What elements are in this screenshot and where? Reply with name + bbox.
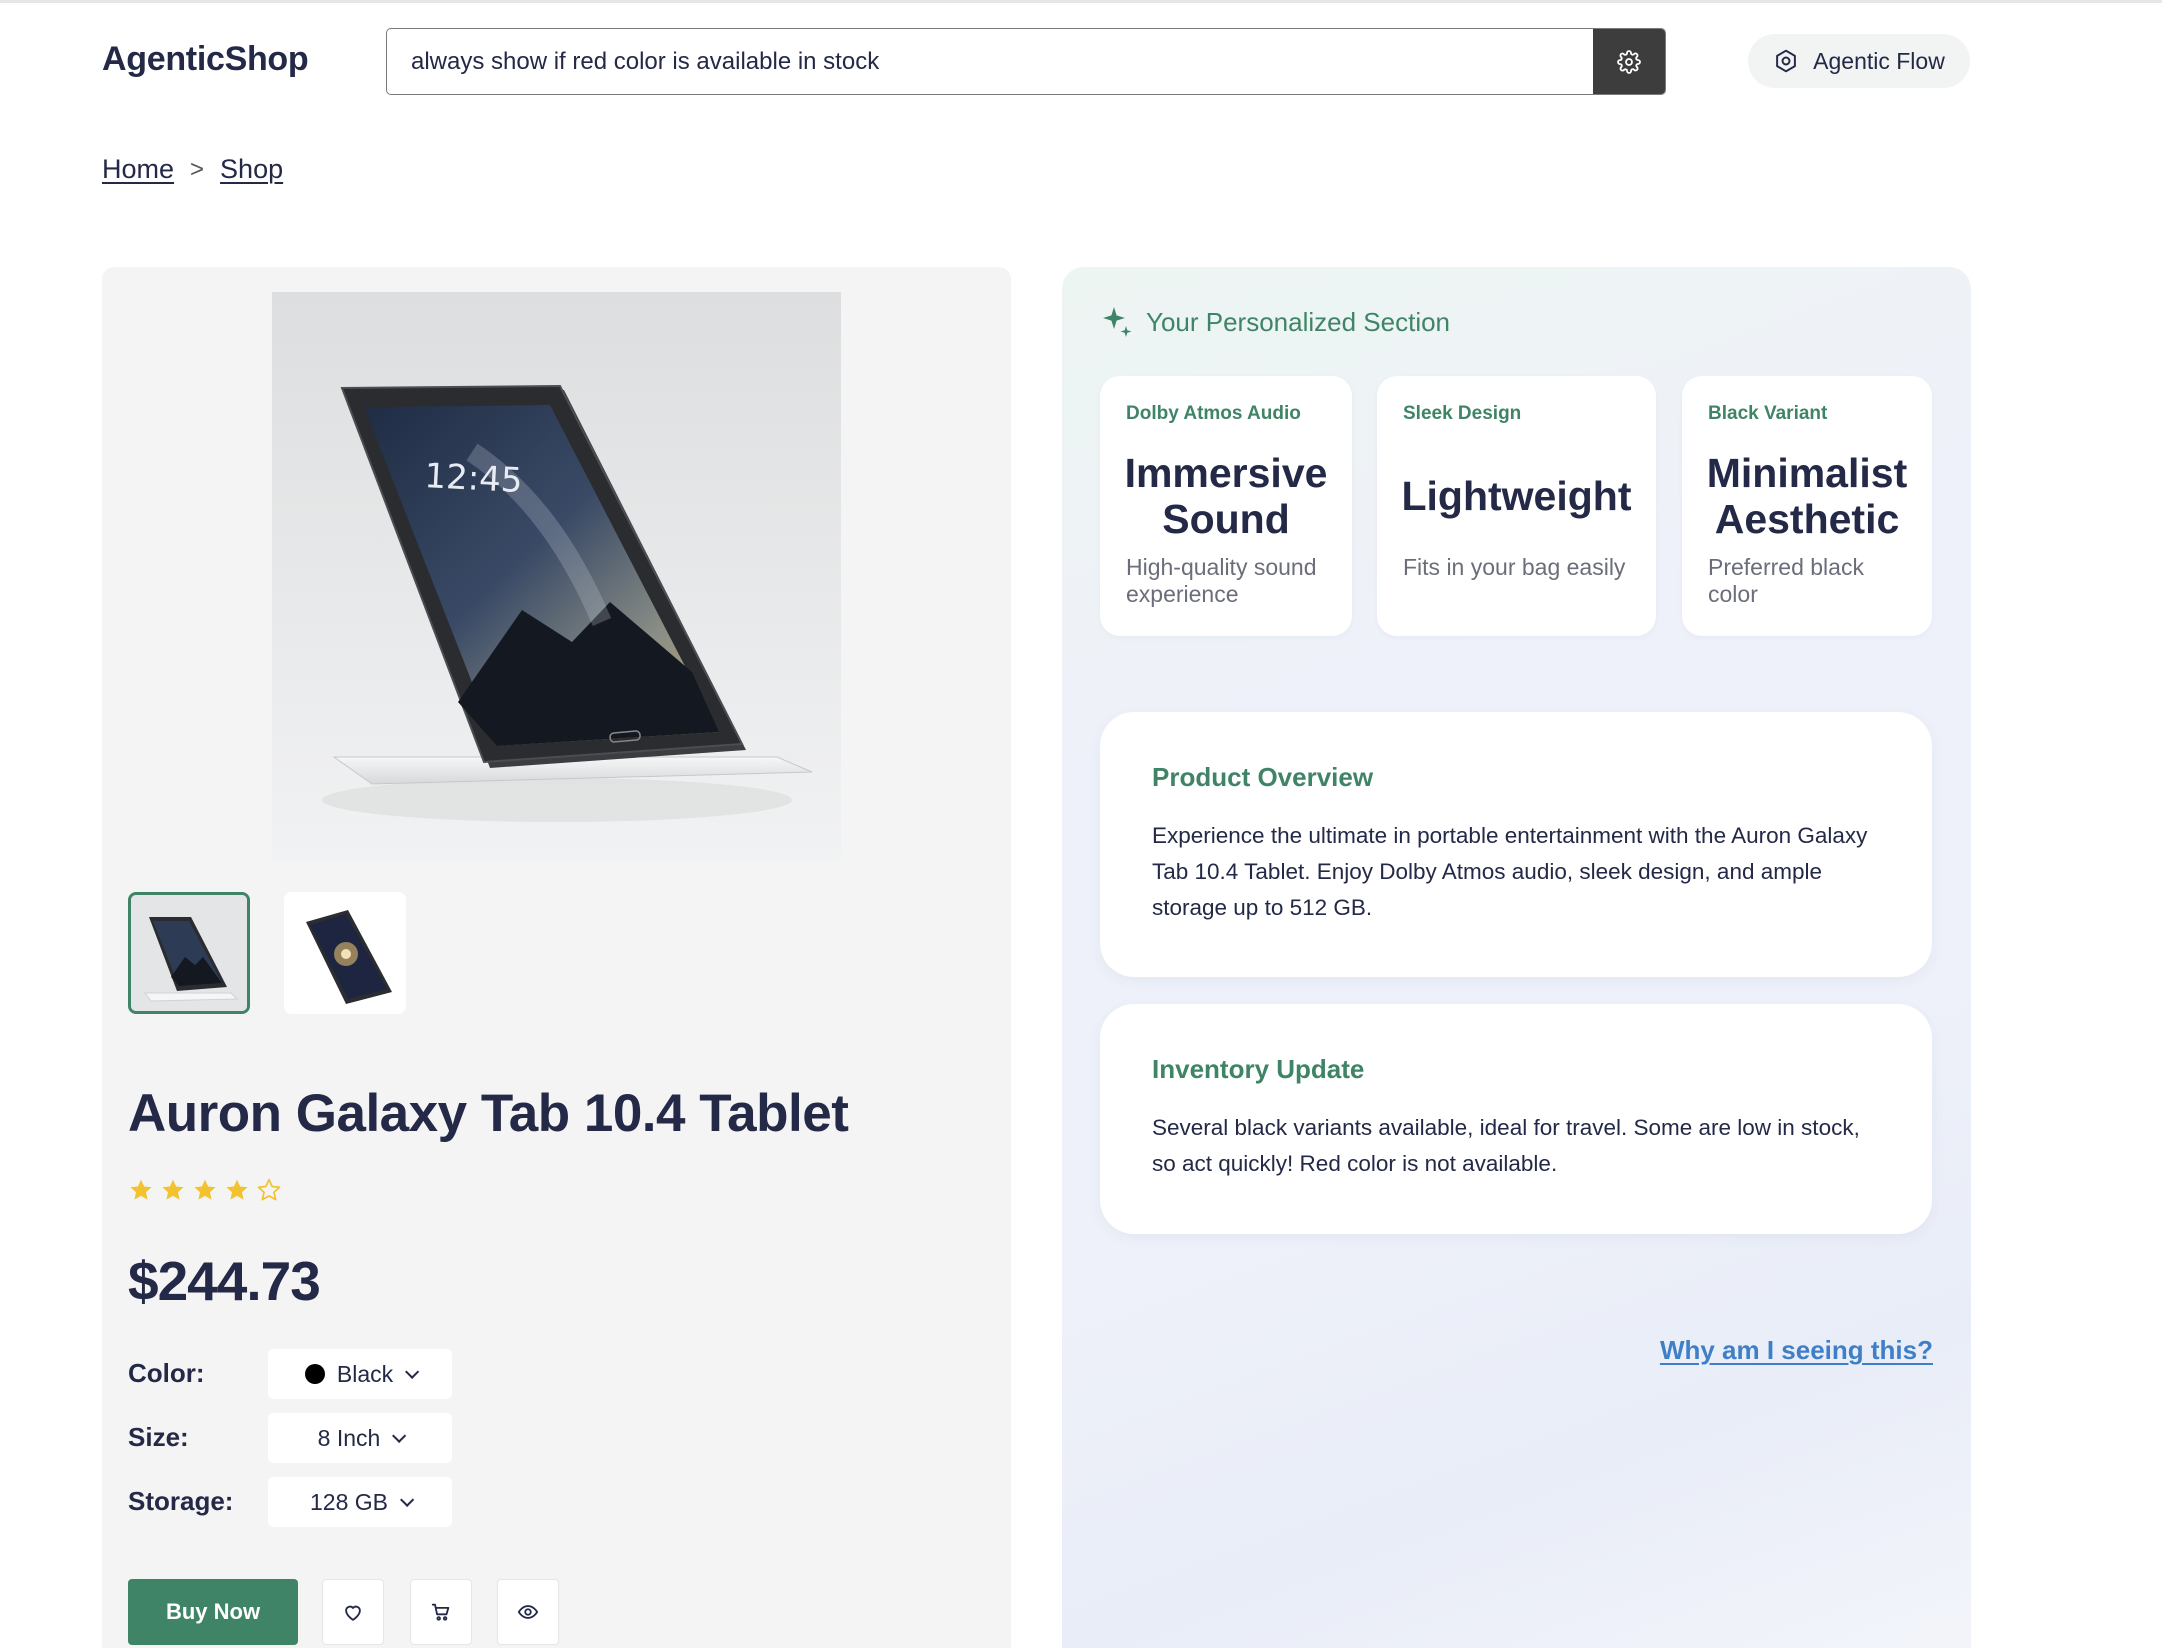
star-filled-icon [194, 1179, 216, 1200]
star-filled-icon [130, 1179, 152, 1200]
top-border [0, 0, 2162, 3]
thumbnail-1[interactable] [128, 892, 250, 1014]
chevron-down-icon [400, 1492, 415, 1507]
site-logo[interactable]: AgenticShop [102, 40, 309, 79]
product-overview-card: Product Overview Experience the ultimate… [1100, 712, 1932, 977]
feature-desc: High-quality sound experience [1126, 554, 1317, 607]
color-select[interactable]: Black [268, 1349, 452, 1399]
inventory-body: Several black variants available, ideal … [1152, 1115, 1860, 1176]
feature-card-variant: Black Variant Minimalist Aesthetic Prefe… [1682, 376, 1932, 636]
star-filled-icon [226, 1179, 248, 1200]
eye-icon [517, 1605, 539, 1619]
size-select-value: 8 Inch [317, 1424, 381, 1451]
breadcrumb-shop[interactable]: Shop [220, 154, 283, 185]
storage-label: Storage: [128, 1486, 234, 1516]
tablet-clock-text: 12:45 [424, 456, 524, 501]
personalized-heading: Your Personalized Section [1102, 305, 1450, 339]
breadcrumb-home[interactable]: Home [102, 154, 174, 185]
breadcrumb: Home > Shop [102, 154, 283, 185]
inventory-title: Inventory Update [1152, 1054, 1365, 1084]
overview-title: Product Overview [1152, 762, 1374, 792]
chevron-down-icon [405, 1364, 420, 1379]
feature-desc: Preferred black color [1708, 554, 1864, 607]
product-main-image[interactable]: 12:45 [272, 292, 841, 861]
breadcrumb-separator: > [190, 155, 205, 183]
feature-title: Minimalist Aesthetic [1706, 450, 1908, 542]
product-title: Auron Galaxy Tab 10.4 Tablet [128, 1084, 849, 1143]
feature-tag: Dolby Atmos Audio [1126, 403, 1301, 424]
chevron-down-icon [392, 1428, 407, 1443]
cart-icon [431, 1603, 450, 1621]
overview-body: Experience the ultimate in portable ente… [1152, 823, 1868, 920]
sparkle-icon [1103, 307, 1132, 337]
thumbnail-image-1 [131, 895, 247, 1011]
storage-select-value: 128 GB [310, 1488, 388, 1515]
color-select-value: Black [336, 1360, 394, 1387]
star-empty-icon [257, 1178, 281, 1201]
tablet-image: 12:45 [322, 384, 813, 822]
color-label: Color: [128, 1358, 205, 1388]
feature-title: Lightweight [1401, 473, 1632, 519]
search-bar [386, 28, 1666, 95]
color-swatch [304, 1364, 325, 1384]
hexagon-gear-icon [1776, 49, 1797, 73]
add-to-cart-button[interactable] [410, 1579, 472, 1645]
personalized-heading-text: Your Personalized Section [1146, 306, 1451, 337]
product-panel: 12:45 Auron Galaxy Tab 10.4 Tablet $244.… [102, 267, 1011, 1648]
agentic-flow-button[interactable]: Agentic Flow [1748, 34, 1970, 88]
feature-card-sound: Dolby Atmos Audio Immersive Sound High-q… [1100, 376, 1352, 636]
personalized-panel: Your Personalized Section Dolby Atmos Au… [1062, 267, 1971, 1648]
buy-now-button[interactable]: Buy Now [128, 1579, 298, 1645]
rating-stars [128, 1177, 282, 1203]
quick-view-button[interactable] [497, 1579, 559, 1645]
gear-icon [1617, 49, 1641, 74]
product-price: $244.73 [128, 1250, 321, 1312]
why-am-i-seeing-this-link[interactable]: Why am I seeing this? [1660, 1335, 1933, 1366]
wishlist-button[interactable] [322, 1579, 384, 1645]
heart-icon [345, 1605, 361, 1621]
storage-select[interactable]: 128 GB [268, 1477, 452, 1527]
thumbnail-2[interactable] [284, 892, 406, 1014]
size-label: Size: [128, 1422, 189, 1452]
feature-tag: Black Variant [1708, 403, 1828, 424]
feature-tag: Sleek Design [1403, 403, 1522, 424]
search-input[interactable] [387, 29, 1593, 94]
search-settings-button[interactable] [1593, 29, 1665, 94]
feature-card-design: Sleek Design Lightweight Fits in your ba… [1377, 376, 1656, 636]
star-filled-icon [162, 1179, 184, 1200]
feature-title: Immersive Sound [1124, 450, 1328, 542]
thumbnail-image-2 [284, 892, 406, 1014]
inventory-update-card: Inventory Update Several black variants … [1100, 1004, 1932, 1234]
size-select[interactable]: 8 Inch [268, 1413, 452, 1463]
feature-desc: Fits in your bag easily [1403, 554, 1626, 580]
agentic-flow-label: Agentic Flow [1813, 47, 1945, 74]
